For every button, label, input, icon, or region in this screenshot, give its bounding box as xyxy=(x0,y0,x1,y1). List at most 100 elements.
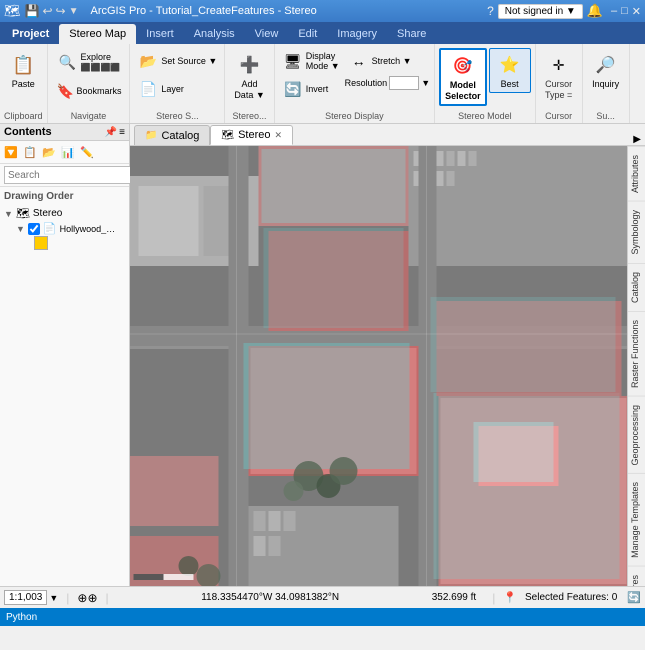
close-button[interactable]: ✕ xyxy=(632,5,641,18)
inquiry-button[interactable]: 🔎 Inquiry xyxy=(587,48,625,93)
display-mode-button[interactable]: 🖥 DisplayMode ▼ xyxy=(279,48,343,74)
resolution-input[interactable] xyxy=(389,76,419,90)
model-selector-label: ModelSelector xyxy=(445,80,481,102)
tab-edit[interactable]: Edit xyxy=(288,24,327,44)
nav-icons[interactable]: ⊕⊕ xyxy=(77,591,97,605)
ribbon-group-navigate: 🔍 Explore ⬛⬛⬛⬛ 🔖 Bookmarks Navigate xyxy=(48,44,131,123)
layer-checkbox[interactable] xyxy=(28,223,40,235)
app-logo: 🗺 xyxy=(4,3,21,19)
layer-icon: 📄 xyxy=(137,78,159,100)
layer-icon: 📄 xyxy=(43,222,57,235)
attributes-tab[interactable]: Attributes xyxy=(628,146,645,201)
resolution-field-container: Resolution ▼ xyxy=(345,76,430,90)
contents-menu-icon[interactable]: ≡ xyxy=(119,127,125,138)
catalog-tab[interactable]: 📁 Catalog xyxy=(134,125,210,145)
layer-button[interactable]: 📄 Layer xyxy=(134,76,220,102)
geoprocessing-tab[interactable]: Geoprocessing xyxy=(628,396,645,474)
undo-icon[interactable]: ↩ xyxy=(42,4,52,18)
dropdown-icon[interactable]: ▼ xyxy=(69,6,79,17)
save-icon[interactable]: 💾 xyxy=(25,4,40,18)
hollywood-buildings-layer[interactable]: ▼ 📄 Hollywood_Buildings_C... xyxy=(16,221,125,236)
search-input[interactable] xyxy=(4,166,144,184)
list-by-edit-status-icon[interactable]: ✏️ xyxy=(78,143,96,161)
list-by-type-icon[interactable]: 📊 xyxy=(59,143,77,161)
scale-dropdown[interactable]: ▼ xyxy=(49,593,58,603)
cursor-icon: ✛ xyxy=(545,51,573,79)
stereo-layer-group[interactable]: ▼ 🗺 Stereo xyxy=(4,206,125,221)
clipboard-label: Clipboard xyxy=(4,111,43,121)
layer-label: Layer xyxy=(161,84,184,94)
tab-imagery[interactable]: Imagery xyxy=(327,24,387,44)
inquiry-icon: 🔎 xyxy=(592,51,620,79)
tab-insert[interactable]: Insert xyxy=(136,24,184,44)
model-selector-button[interactable]: 🎯 ModelSelector xyxy=(439,48,487,106)
ribbon-group-stereo-source: 📂 Set Source ▼ 📄 Layer Stereo S... xyxy=(130,44,225,123)
tab-scroll-right[interactable]: ▶ xyxy=(629,134,645,145)
list-by-source-icon[interactable]: 📂 xyxy=(40,143,58,161)
redo-icon[interactable]: ↪ xyxy=(56,4,66,18)
contents-toolbar: 🔽 📋 📂 📊 ✏️ xyxy=(0,141,129,164)
symbology-tab[interactable]: Symbology xyxy=(628,201,645,263)
python-bar[interactable]: Python xyxy=(0,608,645,626)
layer-expand-icon: ▼ xyxy=(16,224,25,234)
cursor-type-label: CursorType = xyxy=(545,79,572,101)
explore-button[interactable]: 🔍 Explore ⬛⬛⬛⬛ xyxy=(52,48,126,76)
paste-label: Paste xyxy=(12,79,35,90)
filter-icon[interactable]: 🔽 xyxy=(2,143,20,161)
map-canvas[interactable] xyxy=(130,146,627,586)
manage-templates-tab[interactable]: Manage Templates xyxy=(628,473,645,566)
bookmarks-icon: 🔖 xyxy=(55,80,77,102)
resolution-dropdown[interactable]: ▼ xyxy=(421,78,430,88)
catalog-tab-icon: 📁 xyxy=(145,130,157,141)
minimize-button[interactable]: – xyxy=(611,5,617,17)
tab-view[interactable]: View xyxy=(245,24,289,44)
explore-sub: ⬛⬛⬛⬛ xyxy=(81,63,121,72)
catalog-tab-label: Catalog xyxy=(161,130,199,142)
su-label: Su... xyxy=(596,111,615,121)
best-button[interactable]: ⭐ Best xyxy=(489,48,531,93)
separator-3: | xyxy=(492,591,495,605)
title-bar: 🗺 💾 ↩ ↪ ▼ ArcGIS Pro - Tutorial_CreateFe… xyxy=(0,0,645,22)
catalog-right-tab[interactable]: Catalog xyxy=(628,263,645,311)
modify-features-tab[interactable]: Modify Features xyxy=(628,566,645,586)
list-by-drawing-order-icon[interactable]: 📋 xyxy=(21,143,39,161)
stereo-layer-label: Stereo... xyxy=(233,111,267,121)
help-icon[interactable]: ? xyxy=(487,4,494,18)
stereo-tab-icon: 🗺 xyxy=(221,130,234,141)
display-mode-label: DisplayMode ▼ xyxy=(306,51,340,71)
gps-icon[interactable]: 📍 xyxy=(503,591,517,604)
stereo-tab[interactable]: 🗺 Stereo ✕ xyxy=(210,125,293,145)
python-label: Python xyxy=(6,612,37,623)
search-bar: 🔍 xyxy=(0,164,129,187)
explore-label: Explore xyxy=(81,52,112,63)
invert-button[interactable]: 🔄 Invert xyxy=(279,76,343,102)
refresh-icon[interactable]: 🔄 xyxy=(627,591,641,604)
ribbon-group-stereo-model: 🎯 ModelSelector ⭐ Best Stereo Model xyxy=(435,44,536,123)
notification-icon[interactable]: 🔔 xyxy=(587,3,603,19)
maximize-button[interactable]: □ xyxy=(621,5,628,17)
not-signed-in-button[interactable]: Not signed in ▼ xyxy=(498,4,583,19)
set-source-label: Set Source ▼ xyxy=(161,56,217,66)
coordinates-display: 118.3354470°W 34.0981382°N xyxy=(117,592,424,603)
pin-icon[interactable]: 📌 xyxy=(105,127,117,138)
add-data-button[interactable]: ➕ AddData ▼ xyxy=(229,48,269,104)
set-source-button[interactable]: 📂 Set Source ▼ xyxy=(134,48,220,74)
status-bar: 1:1,003 ▼ | ⊕⊕ | 118.3354470°W 34.098138… xyxy=(0,586,645,608)
ribbon-tabs: Project Stereo Map Insert Analysis View … xyxy=(0,22,645,44)
paste-button[interactable]: 📋 Paste xyxy=(4,48,42,93)
contents-header: Contents 📌 ≡ xyxy=(0,124,129,141)
tab-analysis[interactable]: Analysis xyxy=(184,24,245,44)
stereo-tab-close[interactable]: ✕ xyxy=(275,130,283,141)
stretch-icon: ↔ xyxy=(348,50,370,72)
tab-share[interactable]: Share xyxy=(387,24,436,44)
tab-stereo-map[interactable]: Stereo Map xyxy=(59,24,136,44)
stretch-button[interactable]: ↔ Stretch ▼ xyxy=(345,48,430,74)
stereo-tab-label: Stereo xyxy=(238,129,270,141)
bookmarks-button[interactable]: 🔖 Bookmarks xyxy=(52,78,126,104)
ribbon-group-su: 🔎 Inquiry Su... xyxy=(583,44,630,123)
raster-functions-tab[interactable]: Raster Functions xyxy=(628,311,645,396)
tab-project[interactable]: Project xyxy=(2,24,59,44)
cursor-type-button[interactable]: ✛ CursorType = xyxy=(540,48,578,104)
scale-display[interactable]: 1:1,003 xyxy=(4,590,47,605)
layer-name: Hollywood_Buildings_C... xyxy=(60,224,120,234)
